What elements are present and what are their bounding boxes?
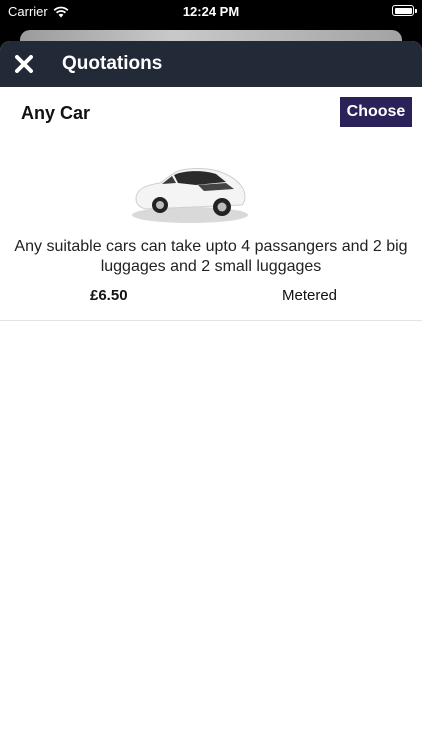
page-title: Quotations bbox=[62, 53, 163, 74]
fare-type-label: Metered bbox=[282, 287, 338, 304]
close-button[interactable] bbox=[12, 52, 36, 76]
car-image bbox=[132, 168, 248, 223]
battery-icon bbox=[392, 5, 417, 16]
price-label: £6.50 bbox=[90, 287, 128, 304]
quote-card: Any Car Choose Any suitable cars can tak… bbox=[0, 87, 422, 321]
nav-bar: Quotations bbox=[0, 41, 422, 87]
choose-button[interactable]: Choose bbox=[340, 97, 412, 127]
vehicle-description: Any suitable cars can take upto 4 passan… bbox=[14, 238, 408, 275]
status-bar: Carrier 12:24 PM bbox=[0, 0, 422, 26]
vehicle-type-label: Any Car bbox=[21, 103, 91, 123]
close-icon bbox=[15, 55, 33, 73]
clock: 12:24 PM bbox=[182, 4, 240, 19]
quotations-sheet: Quotations Any Car Choose Any suitable c… bbox=[0, 41, 422, 750]
